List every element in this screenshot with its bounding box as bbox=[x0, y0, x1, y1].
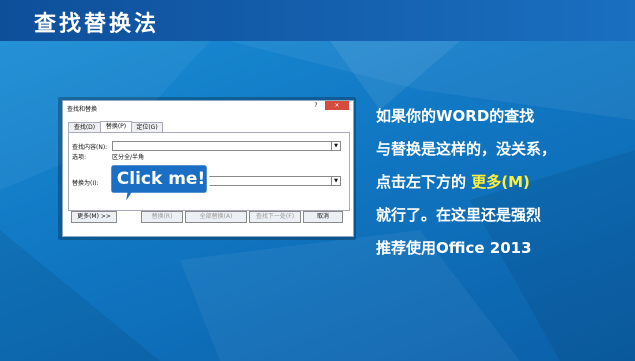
note-line-2: 与替换是这样的，没关系， bbox=[376, 140, 557, 158]
more-highlight: 更多(M) bbox=[471, 173, 530, 191]
dialog-title: 查找和替换 bbox=[67, 106, 98, 113]
title-bar: 查找替换法 bbox=[0, 0, 635, 41]
options-value: 区分全/半角 bbox=[112, 154, 145, 161]
replace-label: 替换为(I): bbox=[72, 180, 99, 187]
cancel-button[interactable]: 取消 bbox=[303, 211, 343, 223]
slide-title: 查找替换法 bbox=[34, 12, 160, 37]
click-me-callout: Click me! bbox=[108, 162, 210, 207]
note-line-3: 点击左下方的 更多(M) bbox=[376, 166, 626, 199]
replace-dropdown-icon[interactable]: ▼ bbox=[331, 177, 340, 185]
find-label: 查找内容(N): bbox=[72, 144, 108, 151]
close-button[interactable]: × bbox=[325, 101, 349, 110]
callout-text: Click me! bbox=[116, 169, 206, 189]
instruction-text: 如果你的WORD的查找 与替换是这样的，没关系， 点击左下方的 更多(M) 就行… bbox=[376, 100, 626, 265]
note-line-1: 如果你的WORD的查找 bbox=[376, 107, 535, 125]
find-input[interactable]: ▼ bbox=[112, 141, 341, 151]
slide: 查找替换法 查找和替换 ? × 查找(D) 替换(P) 定位(G) 查找内容(N… bbox=[0, 0, 635, 361]
note-line-5: 推荐使用Office 2013 bbox=[376, 239, 532, 257]
note-line-3-prefix: 点击左下方的 bbox=[376, 173, 472, 191]
help-button[interactable]: ? bbox=[309, 101, 323, 110]
note-line-4: 就行了。在这里还是强烈 bbox=[376, 206, 542, 224]
find-next-button[interactable]: 查找下一处(F) bbox=[249, 211, 301, 223]
options-label: 选项: bbox=[72, 154, 87, 161]
find-dropdown-icon[interactable]: ▼ bbox=[331, 142, 340, 150]
